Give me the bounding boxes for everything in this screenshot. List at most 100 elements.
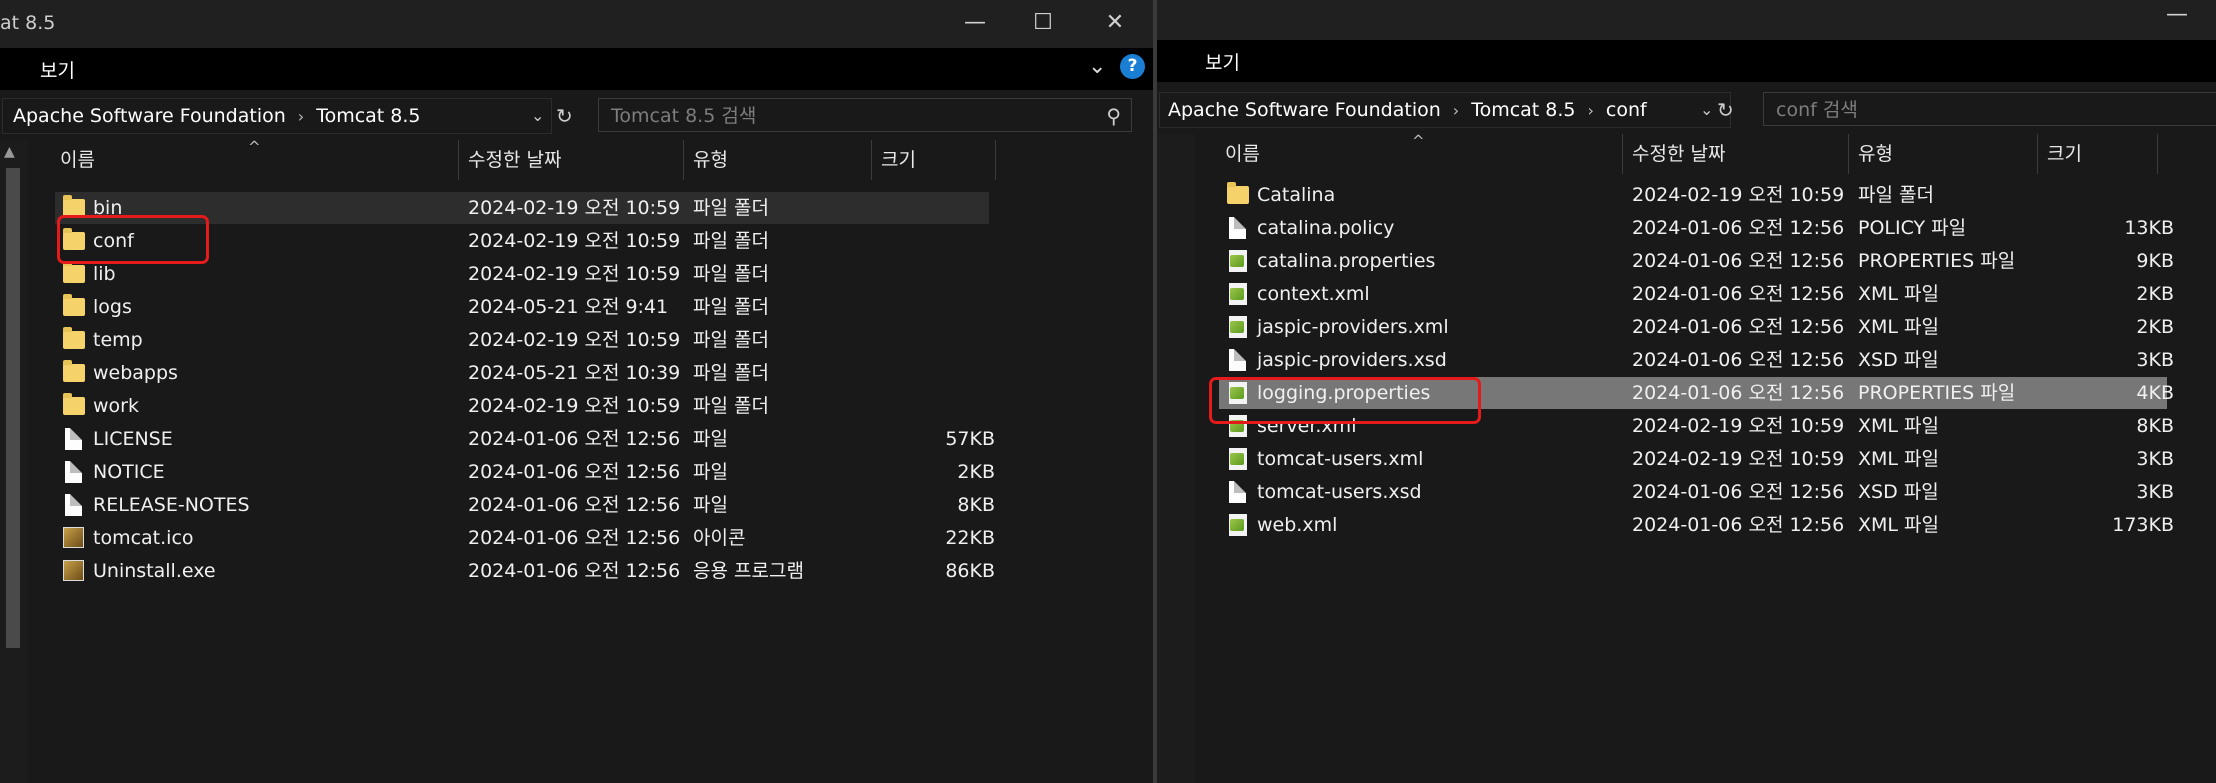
column-header-date[interactable]: 수정한 날짜 bbox=[468, 140, 561, 180]
minimize-button[interactable]: — bbox=[2157, 0, 2197, 30]
config-file-icon bbox=[1229, 283, 1247, 305]
maximize-button[interactable]: ☐ bbox=[1023, 8, 1063, 38]
file-icon bbox=[1229, 217, 1246, 239]
close-button[interactable]: ✕ bbox=[1095, 8, 1135, 38]
table-row[interactable]: temp 2024-02-19 오전 10:59 파일 폴더 bbox=[55, 324, 989, 356]
search-placeholder: conf 검색 bbox=[1776, 99, 1858, 121]
table-row[interactable]: catalina.properties 2024-01-06 오전 12:56 PR… bbox=[1219, 245, 2174, 277]
help-icon[interactable]: ? bbox=[1120, 54, 1145, 79]
file-size: 2KB bbox=[957, 461, 995, 483]
breadcrumb-item[interactable]: conf bbox=[1606, 93, 1647, 127]
chevron-down-icon[interactable]: ⌄ bbox=[1700, 93, 1713, 127]
highlight-box-conf bbox=[57, 215, 209, 264]
address-bar[interactable]: Apache Software Foundation › Tomcat 8.5 ⌄ bbox=[2, 98, 552, 134]
column-divider[interactable] bbox=[2157, 134, 2158, 174]
table-row[interactable]: logs 2024-05-21 오전 9:41 파일 폴더 bbox=[55, 291, 989, 323]
file-name: tomcat-users.xsd bbox=[1257, 481, 1422, 503]
column-header-type[interactable]: 유형 bbox=[693, 140, 728, 180]
menu-view[interactable]: 보기 bbox=[40, 56, 75, 83]
breadcrumb-separator-icon: › bbox=[1452, 101, 1460, 120]
file-type: XML 파일 bbox=[1858, 316, 1939, 338]
table-row[interactable]: webapps 2024-05-21 오전 10:39 파일 폴더 bbox=[55, 357, 989, 389]
table-row[interactable]: RELEASE-NOTES 2024-01-06 오전 12:56 파일 8KB bbox=[55, 489, 995, 521]
column-divider[interactable] bbox=[995, 140, 996, 180]
title-bar: at 8.5 — ☐ ✕ bbox=[0, 0, 1155, 48]
file-type: 파일 폴더 bbox=[693, 230, 769, 252]
refresh-icon[interactable]: ↻ bbox=[1717, 98, 1734, 122]
file-type: PROPERTIES 파일 bbox=[1858, 250, 2016, 272]
table-row[interactable]: catalina.policy 2024-01-06 오전 12:56 POLICY… bbox=[1219, 212, 2174, 244]
table-row[interactable]: Uninstall.exe 2024-01-06 오전 12:56 응용 프로그램 8… bbox=[55, 555, 995, 587]
file-date: 2024-01-06 오전 12:56 bbox=[1632, 217, 1845, 239]
address-bar[interactable]: Apache Software Foundation › Tomcat 8.5 › co… bbox=[1159, 92, 1731, 128]
breadcrumb-item[interactable]: Tomcat 8.5 bbox=[1471, 93, 1575, 127]
file-date: 2024-05-21 오전 10:39 bbox=[468, 362, 681, 384]
file-date: 2024-01-06 오전 12:56 bbox=[1632, 349, 1845, 371]
column-divider[interactable] bbox=[1622, 134, 1623, 174]
file-type: 파일 bbox=[693, 494, 728, 516]
file-name: LICENSE bbox=[93, 428, 173, 450]
file-type: 파일 bbox=[693, 461, 728, 483]
menu-view[interactable]: 보기 bbox=[1205, 48, 1240, 75]
column-header-name[interactable]: 이름 bbox=[1225, 134, 1260, 174]
breadcrumb-item[interactable]: Tomcat 8.5 bbox=[316, 99, 420, 133]
address-bar-area: Apache Software Foundation › Tomcat 8.5 ⌄ … bbox=[0, 90, 1155, 140]
table-row[interactable]: jaspic-providers.xsd 2024-01-06 오전 12:56 X… bbox=[1219, 344, 2174, 376]
file-type: 아이콘 bbox=[693, 527, 746, 549]
column-divider[interactable] bbox=[2037, 134, 2038, 174]
file-name: temp bbox=[93, 329, 143, 351]
table-row[interactable]: NOTICE 2024-01-06 오전 12:56 파일 2KB bbox=[55, 456, 995, 488]
table-row[interactable]: tomcat-users.xml 2024-02-19 오전 10:59 XML 파… bbox=[1219, 443, 2174, 475]
left-explorer-window: at 8.5 — ☐ ✕ 보기 ⌄ ? Apache Software Foun… bbox=[0, 0, 1155, 783]
table-row[interactable]: context.xml 2024-01-06 오전 12:56 XML 파일 2KB bbox=[1219, 278, 2174, 310]
column-divider[interactable] bbox=[458, 140, 459, 180]
breadcrumb-item[interactable]: Apache Software Foundation bbox=[1168, 93, 1441, 127]
file-type: XML 파일 bbox=[1858, 283, 1939, 305]
table-row[interactable]: tomcat-users.xsd 2024-01-06 오전 12:56 XSD 파… bbox=[1219, 476, 2174, 508]
menu-bar: 보기 bbox=[1157, 40, 2216, 82]
minimize-button[interactable]: — bbox=[955, 8, 995, 38]
file-type: 파일 폴더 bbox=[693, 362, 769, 384]
scrollbar-thumb[interactable] bbox=[6, 168, 20, 648]
config-file-icon bbox=[1229, 514, 1247, 536]
folder-icon bbox=[63, 393, 85, 415]
column-header-type[interactable]: 유형 bbox=[1858, 134, 1893, 174]
tomcat-image-icon bbox=[63, 527, 84, 548]
breadcrumb-item[interactable]: Apache Software Foundation bbox=[13, 99, 286, 133]
column-divider[interactable] bbox=[871, 140, 872, 180]
table-row[interactable]: LICENSE 2024-01-06 오전 12:56 파일 57KB bbox=[55, 423, 995, 455]
column-header-size[interactable]: 크기 bbox=[2047, 134, 2082, 174]
file-name: Catalina bbox=[1257, 184, 1336, 206]
file-date: 2024-01-06 오전 12:56 bbox=[468, 560, 681, 582]
table-row[interactable]: work 2024-02-19 오전 10:59 파일 폴더 bbox=[55, 390, 989, 422]
table-row[interactable]: Catalina 2024-02-19 오전 10:59 파일 폴더 bbox=[1219, 179, 2167, 211]
column-divider[interactable] bbox=[683, 140, 684, 180]
refresh-icon[interactable]: ↻ bbox=[556, 104, 573, 128]
file-size: 3KB bbox=[2136, 448, 2174, 470]
highlight-box-logging-properties bbox=[1209, 377, 1481, 424]
file-icon bbox=[65, 494, 82, 516]
config-file-icon bbox=[1229, 250, 1247, 272]
file-date: 2024-01-06 오전 12:56 bbox=[1632, 514, 1845, 536]
search-icon[interactable]: ⚲ bbox=[1106, 99, 1121, 133]
file-name: context.xml bbox=[1257, 283, 1370, 305]
search-box[interactable]: Tomcat 8.5 검색 ⚲ bbox=[598, 98, 1132, 132]
column-header-name[interactable]: 이름 bbox=[60, 140, 95, 180]
navigation-scrollbar[interactable]: ▲ bbox=[0, 140, 28, 783]
column-header-size[interactable]: 크기 bbox=[881, 140, 916, 180]
table-row[interactable]: web.xml 2024-01-06 오전 12:56 XML 파일 173KB bbox=[1219, 509, 2174, 541]
file-icon bbox=[65, 461, 82, 483]
file-name: tomcat.ico bbox=[93, 527, 194, 549]
table-row[interactable]: jaspic-providers.xml 2024-01-06 오전 12:56 X… bbox=[1219, 311, 2174, 343]
chevron-down-icon[interactable]: ⌄ bbox=[1088, 54, 1106, 79]
chevron-down-icon[interactable]: ⌄ bbox=[531, 99, 544, 133]
column-divider[interactable] bbox=[1848, 134, 1849, 174]
address-bar-area: Apache Software Foundation › Tomcat 8.5 › co… bbox=[1157, 84, 2216, 134]
navigation-pane-edge[interactable] bbox=[1157, 134, 1195, 783]
scroll-up-icon[interactable]: ▲ bbox=[4, 144, 15, 160]
table-row[interactable]: tomcat.ico 2024-01-06 오전 12:56 아이콘 22KB bbox=[55, 522, 995, 554]
file-type: 파일 폴더 bbox=[693, 197, 769, 219]
column-header-date[interactable]: 수정한 날짜 bbox=[1632, 134, 1725, 174]
folder-icon bbox=[63, 327, 85, 349]
search-box[interactable]: conf 검색 bbox=[1763, 92, 2216, 126]
